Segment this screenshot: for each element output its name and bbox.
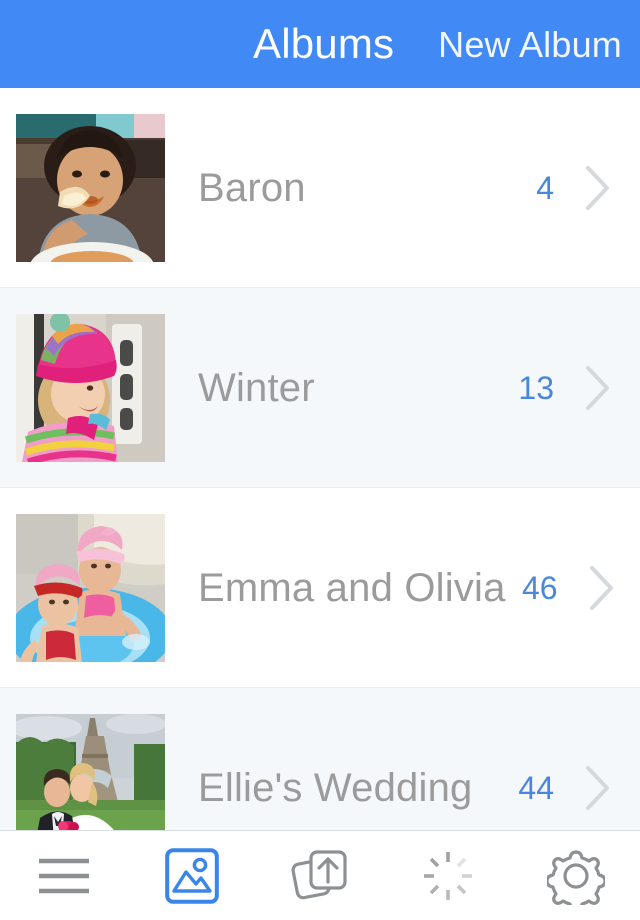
album-photo-count: 4 [536,169,554,206]
album-photo-count: 46 [521,569,558,606]
album-thumbnail [16,114,165,262]
toolbar-item-settings[interactable] [512,831,640,920]
bottom-toolbar [0,830,640,920]
toolbar-item-menu[interactable] [0,831,128,920]
album-row[interactable]: Emma and Olivia 46 [0,488,640,688]
photos-icon [165,847,219,904]
chevron-right-icon[interactable] [576,763,620,813]
albums-screen: Albums New Album Baron 4 Winter 13 Emma … [0,0,640,920]
album-name: Winter [198,365,315,410]
album-thumbnail [16,714,165,830]
album-photo-count: 13 [518,369,554,406]
album-list[interactable]: Baron 4 Winter 13 Emma and Olivia 46 Ell… [0,88,640,830]
album-photo-count: 44 [518,769,554,806]
album-name: Baron [198,165,306,210]
album-row[interactable]: Ellie's Wedding 44 [0,688,640,830]
chevron-right-icon[interactable] [580,563,624,613]
album-name: Emma and Olivia [198,565,506,610]
album-name: Ellie's Wedding [198,765,473,810]
toolbar-item-upload[interactable] [256,831,384,920]
album-thumbnail [16,314,165,462]
toolbar-item-activity[interactable] [384,831,512,920]
album-row[interactable]: Winter 13 [0,288,640,488]
gear-icon [547,847,605,905]
album-thumbnail [16,514,165,662]
album-row[interactable]: Baron 4 [0,88,640,288]
toolbar-item-photos[interactable] [128,831,256,920]
header-bar: Albums New Album [0,0,640,88]
page-title: Albums [253,20,395,67]
hamburger-menu-icon [35,853,93,899]
chevron-right-icon[interactable] [576,163,620,213]
new-album-button[interactable]: New Album [438,23,622,67]
upload-icon [289,846,351,906]
chevron-right-icon[interactable] [576,363,620,413]
activity-spinner-icon [421,849,475,903]
